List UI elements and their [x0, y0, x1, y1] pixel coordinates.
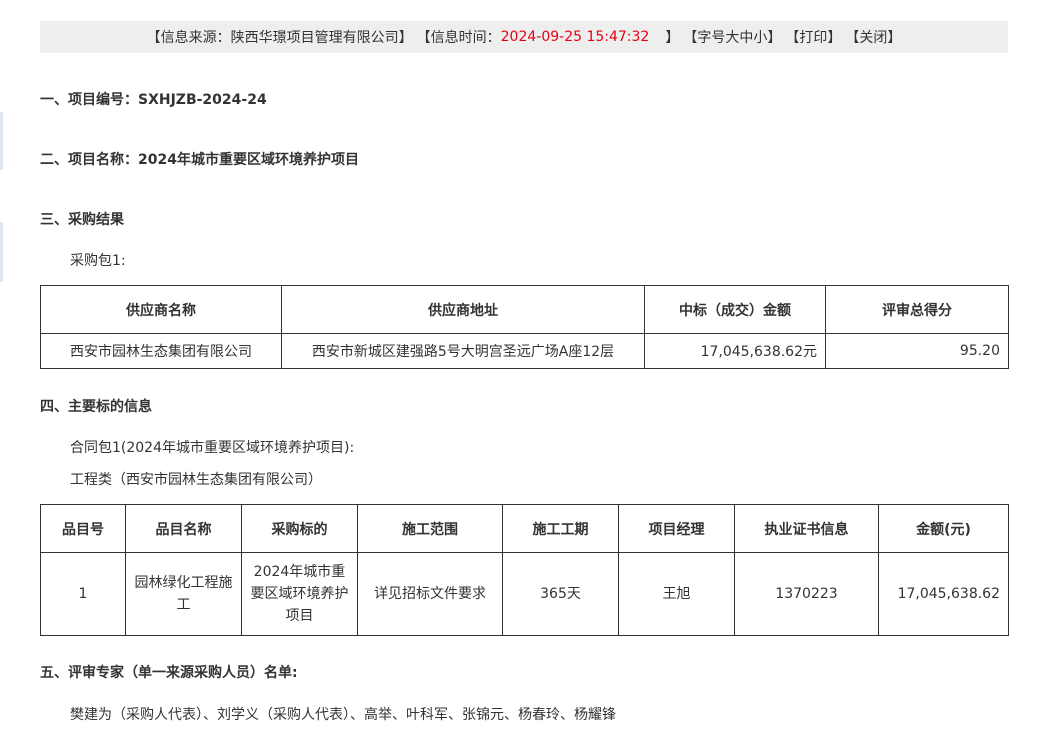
cell-construction-period: 365天 — [502, 552, 619, 636]
cell-supplier-address: 西安市新城区建强路5号大明宫圣远广场A座12层 — [281, 333, 645, 369]
header-certificate-info: 执业证书信息 — [734, 504, 879, 553]
header-award-amount: 中标（成交）金额 — [644, 285, 826, 334]
contract-package: 合同包1(2024年城市重要区域环境养护项目): — [70, 440, 355, 456]
cell-amount: 17,045,638.62 — [878, 552, 1009, 636]
header-project-manager: 项目经理 — [618, 504, 735, 553]
cell-procurement-subject: 2024年城市重要区域环境养护项目 — [241, 552, 358, 636]
header-supplier-name: 供应商名称 — [40, 285, 282, 334]
info-source: 【信息来源：陕西华璟项目管理有限公司】 — [146, 30, 413, 46]
main-subject-heading: 四、主要标的信息 — [40, 399, 152, 415]
header-supplier-address: 供应商地址 — [281, 285, 645, 334]
table-header-row: 供应商名称 供应商地址 中标（成交）金额 评审总得分 — [40, 285, 1009, 334]
expert-list: 樊建为（采购人代表）、刘学义（采购人代表）、高举、叶科军、张锦元、杨春玲、杨耀锋 — [70, 707, 616, 723]
table-header-row: 品目号 品目名称 采购标的 施工范围 施工工期 项目经理 执业证书信息 金额(元… — [40, 504, 1009, 553]
header-amount: 金额(元) — [878, 504, 1009, 553]
info-time-suffix: 】 — [665, 30, 680, 46]
package-label: 采购包1: — [70, 253, 126, 269]
cell-award-amount: 17,045,638.62元 — [644, 333, 826, 369]
cell-item-number: 1 — [40, 552, 126, 636]
print-button[interactable]: 【打印】 — [785, 27, 841, 47]
header-item-name: 品目名称 — [125, 504, 242, 553]
cell-construction-scope: 详见招标文件要求 — [357, 552, 503, 636]
header-item-number: 品目号 — [40, 504, 126, 553]
result-table: 供应商名称 供应商地址 中标（成交）金额 评审总得分 西安市园林生态集团有限公司… — [40, 285, 1009, 369]
left-edge-mark — [0, 222, 3, 282]
cell-certificate-info: 1370223 — [734, 552, 879, 636]
cell-total-score: 95.20 — [825, 333, 1009, 369]
project-name: 二、项目名称：2024年城市重要区域环境养护项目 — [40, 152, 359, 168]
table-row: 1 园林绿化工程施工 2024年城市重要区域环境养护项目 详见招标文件要求 36… — [40, 552, 1009, 636]
header-procurement-subject: 采购标的 — [241, 504, 358, 553]
header-total-score: 评审总得分 — [825, 285, 1009, 334]
table-row: 西安市园林生态集团有限公司 西安市新城区建强路5号大明宫圣远广场A座12层 17… — [40, 333, 1009, 369]
info-time-value: 2024-09-25 15:47:32 — [500, 29, 650, 45]
close-button[interactable]: 【关闭】 — [845, 27, 901, 47]
experts-heading: 五、评审专家（单一来源采购人员）名单: — [40, 665, 298, 681]
font-medium-button[interactable]: 中 — [739, 27, 753, 47]
cell-project-manager: 王旭 — [618, 552, 735, 636]
info-time-prefix: 【信息时间： — [416, 30, 501, 46]
header-construction-scope: 施工范围 — [357, 504, 503, 553]
font-large-button[interactable]: 大 — [725, 27, 739, 47]
header-construction-period: 施工工期 — [502, 504, 619, 553]
project-number: 一、项目编号：SXHJZB-2024-24 — [40, 92, 267, 108]
subject-table: 品目号 品目名称 采购标的 施工范围 施工工期 项目经理 执业证书信息 金额(元… — [40, 504, 1009, 636]
left-edge-mark — [0, 112, 3, 170]
engineering-type: 工程类（西安市园林生态集团有限公司） — [70, 472, 322, 488]
cell-supplier-name: 西安市园林生态集团有限公司 — [40, 333, 282, 369]
font-size-label: 【字号 — [683, 30, 726, 46]
procurement-result-heading: 三、采购结果 — [40, 212, 124, 228]
info-bar: 【信息来源：陕西华璟项目管理有限公司】 【信息时间： 2024-09-25 15:4… — [40, 21, 1008, 53]
font-small-button[interactable]: 小】 — [753, 27, 781, 47]
cell-item-name: 园林绿化工程施工 — [125, 552, 242, 636]
